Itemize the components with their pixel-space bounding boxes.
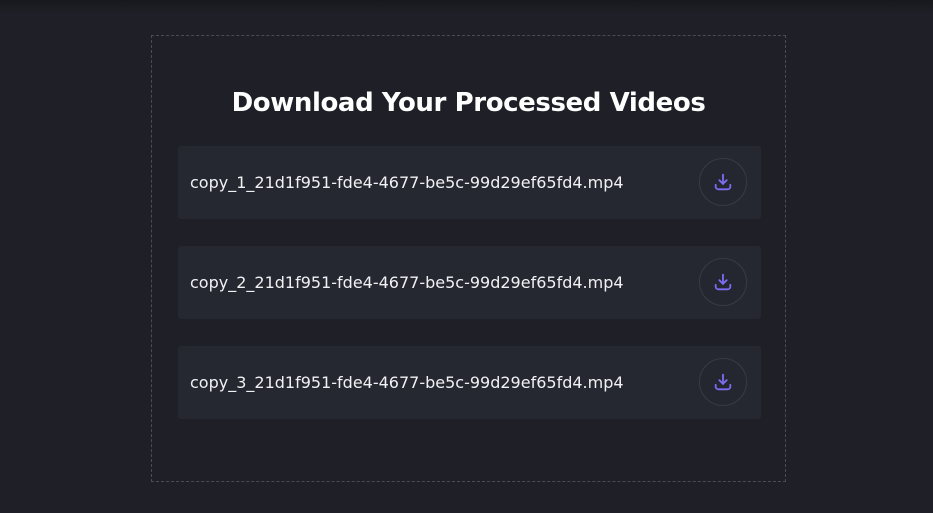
file-name: copy_2_21d1f951-fde4-4677-be5c-99d29ef65… xyxy=(190,273,624,292)
file-name: copy_1_21d1f951-fde4-4677-be5c-99d29ef65… xyxy=(190,173,624,192)
top-shade xyxy=(0,0,933,14)
file-row: copy_1_21d1f951-fde4-4677-be5c-99d29ef65… xyxy=(178,146,761,219)
download-icon xyxy=(714,273,732,291)
file-name: copy_3_21d1f951-fde4-4677-be5c-99d29ef65… xyxy=(190,373,624,392)
file-row: copy_2_21d1f951-fde4-4677-be5c-99d29ef65… xyxy=(178,246,761,319)
download-button[interactable] xyxy=(699,158,747,206)
file-list: copy_1_21d1f951-fde4-4677-be5c-99d29ef65… xyxy=(178,146,761,446)
download-icon xyxy=(714,373,732,391)
file-row: copy_3_21d1f951-fde4-4677-be5c-99d29ef65… xyxy=(178,346,761,419)
download-button[interactable] xyxy=(699,358,747,406)
download-button[interactable] xyxy=(699,258,747,306)
download-icon xyxy=(714,173,732,191)
page-title: Download Your Processed Videos xyxy=(231,88,706,118)
